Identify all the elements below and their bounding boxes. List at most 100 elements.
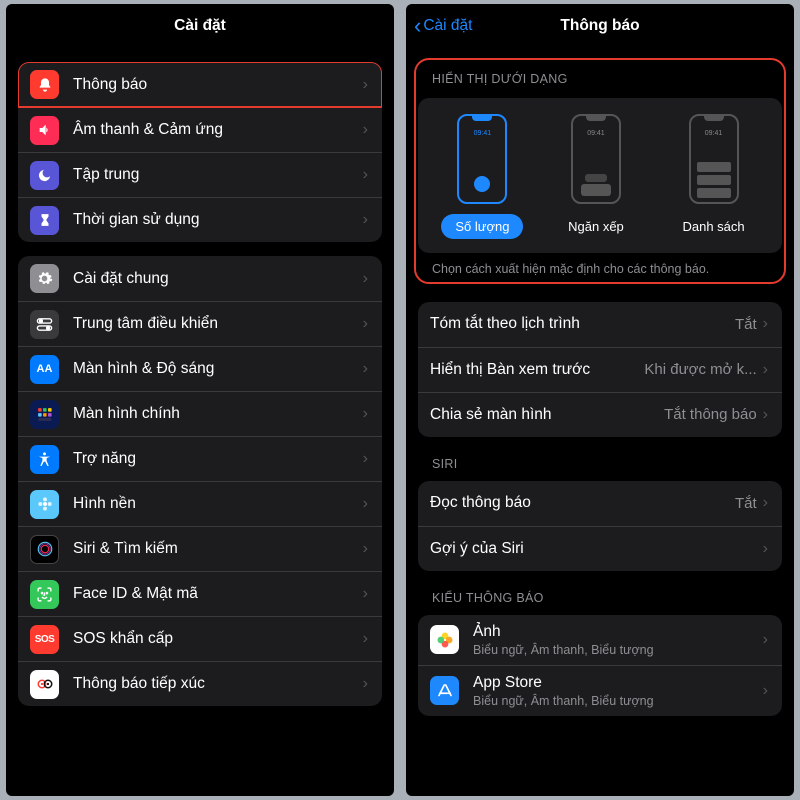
sos-icon: SOS — [30, 625, 59, 654]
chevron-right-icon: › — [763, 540, 768, 558]
row-notifications[interactable]: Thông báo › — [18, 62, 382, 107]
chevron-right-icon: › — [763, 315, 768, 333]
row-value: Tắt — [735, 316, 757, 333]
chevron-right-icon: › — [763, 631, 768, 649]
row-wallpaper[interactable]: Hình nền › — [18, 481, 382, 526]
option-label: Số lượng — [441, 214, 523, 239]
page-title: Cài đặt — [174, 17, 226, 35]
app-title: Ảnh — [473, 623, 763, 641]
app-title: App Store — [473, 674, 763, 692]
siri-group: Đọc thông báo Tắt › Gợi ý của Siri › — [418, 481, 782, 571]
style-group: Ảnh Biểu ngữ, Âm thanh, Biểu tượng › App… — [418, 615, 782, 716]
chevron-right-icon: › — [763, 361, 768, 379]
settings-screen: Cài đặt Thông báo › Âm thanh & Cảm ứng › — [6, 4, 394, 796]
section-footer: Chọn cách xuất hiện mặc định cho các thô… — [418, 253, 782, 280]
hourglass-icon — [30, 206, 59, 235]
section-header: HIỂN THỊ DƯỚI DẠNG — [418, 62, 782, 92]
app-subtitle: Biểu ngữ, Âm thanh, Biểu tượng — [473, 694, 763, 708]
chevron-right-icon: › — [763, 494, 768, 512]
text-size-icon: AA — [30, 355, 59, 384]
notifications-screen: ‹ Cài đặt Thông báo HIỂN THỊ DƯỚI DẠNG 0… — [406, 4, 794, 796]
row-label: Tóm tắt theo lịch trình — [430, 315, 735, 333]
row-show-previews[interactable]: Hiển thị Bàn xem trước Khi được mở k... … — [418, 347, 782, 392]
row-scheduled-summary[interactable]: Tóm tắt theo lịch trình Tắt › — [418, 302, 782, 347]
option-count[interactable]: 09:41 Số lượng — [441, 114, 523, 239]
chevron-right-icon: › — [363, 211, 368, 229]
row-label: Cài đặt chung — [73, 270, 363, 288]
app-row-appstore[interactable]: App Store Biểu ngữ, Âm thanh, Biểu tượng… — [418, 665, 782, 716]
back-label: Cài đặt — [423, 17, 472, 35]
row-screentime[interactable]: Thời gian sử dụng › — [18, 197, 382, 242]
row-sos[interactable]: SOS SOS khẩn cấp › — [18, 616, 382, 661]
row-label: Âm thanh & Cảm ứng — [73, 121, 363, 139]
faceid-icon — [30, 580, 59, 609]
row-faceid[interactable]: Face ID & Mật mã › — [18, 571, 382, 616]
settings-group-2: Cài đặt chung › Trung tâm điều khiển › A… — [18, 256, 382, 706]
app-row-photos[interactable]: Ảnh Biểu ngữ, Âm thanh, Biểu tượng › — [418, 615, 782, 665]
row-announce[interactable]: Đọc thông báo Tắt › — [418, 481, 782, 526]
chevron-right-icon: › — [363, 540, 368, 558]
chevron-right-icon: › — [363, 405, 368, 423]
section-header-style: KIỂU THÔNG BÁO — [418, 571, 782, 611]
speaker-icon — [30, 116, 59, 145]
chevron-right-icon: › — [363, 495, 368, 513]
siri-icon — [30, 535, 59, 564]
row-label: Màn hình chính — [73, 405, 363, 423]
row-value: Tắt — [735, 495, 757, 512]
display-as-section: HIỂN THỊ DƯỚI DẠNG 09:41 Số lượng 09:41 … — [418, 62, 782, 280]
row-label: Siri & Tìm kiếm — [73, 540, 363, 558]
chevron-left-icon: ‹ — [414, 13, 421, 39]
option-stack[interactable]: 09:41 Ngăn xếp — [554, 114, 638, 239]
bell-icon — [30, 70, 59, 99]
row-label: Hình nền — [73, 495, 363, 513]
app-text: App Store Biểu ngữ, Âm thanh, Biểu tượng — [473, 674, 763, 708]
navbar: ‹ Cài đặt Thông báo — [406, 4, 794, 48]
chevron-right-icon: › — [363, 76, 368, 94]
row-label: Chia sẻ màn hình — [430, 406, 664, 424]
settings-content: Thông báo › Âm thanh & Cảm ứng › Tập tru… — [6, 48, 394, 796]
chevron-right-icon: › — [763, 682, 768, 700]
back-button[interactable]: ‹ Cài đặt — [414, 13, 472, 39]
row-value: Khi được mở k... — [644, 361, 756, 378]
exposure-icon — [30, 670, 59, 699]
row-label: Face ID & Mật mã — [73, 585, 363, 603]
option-list[interactable]: 09:41 Danh sách — [668, 114, 758, 239]
row-sounds[interactable]: Âm thanh & Cảm ứng › — [18, 107, 382, 152]
moon-icon — [30, 161, 59, 190]
app-subtitle: Biểu ngữ, Âm thanh, Biểu tượng — [473, 643, 763, 657]
row-label: Tập trung — [73, 166, 363, 184]
chevron-right-icon: › — [363, 166, 368, 184]
notifications-content: HIỂN THỊ DƯỚI DẠNG 09:41 Số lượng 09:41 … — [406, 48, 794, 796]
row-homescreen[interactable]: Màn hình chính › — [18, 391, 382, 436]
row-label: Gợi ý của Siri — [430, 540, 763, 558]
row-controlcenter[interactable]: Trung tâm điều khiển › — [18, 301, 382, 346]
phone-preview-icon: 09:41 — [457, 114, 507, 204]
row-focus[interactable]: Tập trung › — [18, 152, 382, 197]
row-label: Hiển thị Bàn xem trước — [430, 361, 644, 379]
app-text: Ảnh Biểu ngữ, Âm thanh, Biểu tượng — [473, 623, 763, 657]
chevron-right-icon: › — [363, 585, 368, 603]
display-as-group: 09:41 Số lượng 09:41 Ngăn xếp 09:41 — [418, 98, 782, 253]
flower-icon — [30, 490, 59, 519]
row-label: Trung tâm điều khiển — [73, 315, 363, 333]
phone-preview-icon: 09:41 — [571, 114, 621, 204]
chevron-right-icon: › — [363, 450, 368, 468]
grid-icon — [30, 400, 59, 429]
appstore-icon — [430, 676, 459, 705]
row-exposure[interactable]: Thông báo tiếp xúc › — [18, 661, 382, 706]
row-screen-sharing[interactable]: Chia sẻ màn hình Tắt thông báo › — [418, 392, 782, 437]
row-display[interactable]: AA Màn hình & Độ sáng › — [18, 346, 382, 391]
row-label: Màn hình & Độ sáng — [73, 360, 363, 378]
navbar: Cài đặt — [6, 4, 394, 48]
row-accessibility[interactable]: Trợ năng › — [18, 436, 382, 481]
chevron-right-icon: › — [363, 121, 368, 139]
row-general[interactable]: Cài đặt chung › — [18, 256, 382, 301]
row-siri-suggestions[interactable]: Gợi ý của Siri › — [418, 526, 782, 571]
photos-icon — [430, 625, 459, 654]
row-siri[interactable]: Siri & Tìm kiếm › — [18, 526, 382, 571]
row-label: Đọc thông báo — [430, 494, 735, 512]
row-value: Tắt thông báo — [664, 406, 757, 423]
phone-preview-icon: 09:41 — [689, 114, 739, 204]
row-label: Trợ năng — [73, 450, 363, 468]
display-as-options: 09:41 Số lượng 09:41 Ngăn xếp 09:41 — [418, 98, 782, 253]
